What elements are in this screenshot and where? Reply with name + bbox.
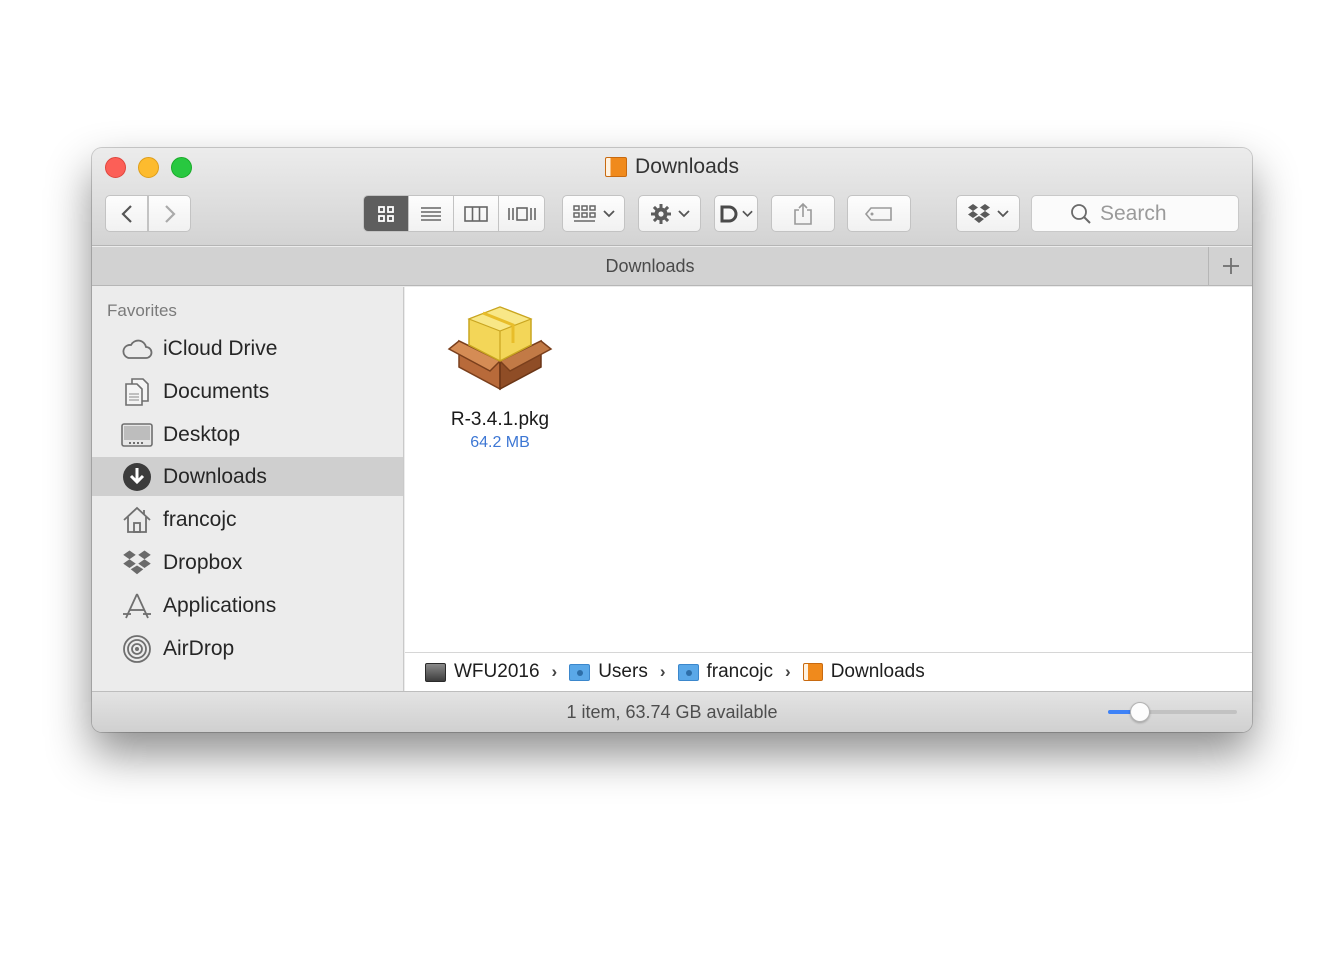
sidebar-item-downloads[interactable]: Downloads bbox=[92, 457, 403, 496]
new-tab-button[interactable] bbox=[1208, 247, 1252, 285]
chevron-right-icon: › bbox=[551, 662, 558, 681]
crumb-label: francojc bbox=[706, 661, 774, 682]
search-placeholder: Search bbox=[1100, 201, 1167, 225]
home-icon bbox=[121, 504, 153, 536]
desktop-icon bbox=[121, 419, 153, 451]
gear-icon bbox=[650, 203, 671, 224]
favorites-header: Favorites bbox=[107, 301, 177, 320]
chevron-left-icon bbox=[120, 204, 132, 223]
package-icon bbox=[447, 306, 553, 391]
home-folder-icon bbox=[677, 663, 699, 681]
status-bar: 1 item, 63.74 GB available bbox=[92, 691, 1252, 732]
tab-downloads[interactable]: Downloads bbox=[92, 256, 1208, 277]
downloads-folder-icon bbox=[802, 663, 823, 681]
chevron-right-icon: › bbox=[659, 662, 666, 681]
chevron-down-icon bbox=[997, 209, 1009, 217]
sidebar-item-label: Downloads bbox=[163, 464, 267, 488]
chevron-right-icon: › bbox=[785, 662, 791, 681]
users-folder-icon bbox=[569, 663, 591, 681]
grid-icon bbox=[378, 205, 394, 222]
sidebar-item-francojc[interactable]: francojc bbox=[92, 500, 403, 539]
chevron-down-icon bbox=[602, 209, 615, 217]
titlebar: Downloads Search bbox=[92, 148, 1252, 246]
hard-drive-icon bbox=[425, 662, 446, 682]
slider-knob[interactable] bbox=[1130, 702, 1150, 722]
arrange-button[interactable] bbox=[562, 195, 625, 232]
path-bar: WFU2016 › Users › francojc › Downloads bbox=[405, 652, 1252, 691]
chevron-right-icon bbox=[164, 204, 176, 223]
sidebar-item-label: Documents bbox=[163, 379, 270, 403]
sidebar-item-label: Dropbox bbox=[163, 550, 243, 574]
downloads-icon bbox=[121, 461, 153, 493]
applications-icon bbox=[121, 590, 153, 622]
sidebar-item-dropbox[interactable]: Dropbox bbox=[92, 543, 403, 582]
crumb-label: WFU2016 bbox=[454, 661, 540, 682]
chevron-down-icon bbox=[741, 210, 753, 217]
arrange-icon bbox=[572, 204, 596, 222]
coverflow-icon bbox=[507, 206, 536, 221]
share-icon bbox=[794, 202, 812, 225]
file-area[interactable]: R-3.4.1.pkg 64.2 MB bbox=[405, 287, 1252, 652]
file-name: R-3.4.1.pkg bbox=[450, 409, 550, 430]
path-crumb-wfu2016[interactable]: WFU2016 bbox=[425, 661, 540, 683]
cloud-icon bbox=[121, 333, 153, 365]
plus-icon bbox=[1222, 258, 1239, 274]
dashlane-icon bbox=[720, 205, 737, 222]
finder-window: Downloads Search Downloads Favorites iCl… bbox=[92, 148, 1252, 732]
status-text: 1 item, 63.74 GB available bbox=[566, 702, 778, 722]
sidebar-item-label: AirDrop bbox=[163, 636, 235, 660]
window-title-text: Downloads bbox=[635, 155, 739, 178]
path-crumb-downloads[interactable]: Downloads bbox=[802, 661, 925, 683]
icon-view-button[interactable] bbox=[364, 196, 409, 231]
tags-button[interactable] bbox=[847, 195, 911, 232]
sidebar-item-label: Desktop bbox=[163, 422, 241, 446]
window-title: Downloads bbox=[92, 155, 1252, 179]
downloads-folder-icon bbox=[605, 157, 628, 177]
coverflow-view-button[interactable] bbox=[499, 196, 544, 231]
dropbox-icon bbox=[121, 547, 153, 579]
sidebar: Favorites iCloud Drive Documents Desktop… bbox=[92, 287, 404, 691]
path-crumb-users[interactable]: Users bbox=[569, 661, 648, 683]
airdrop-icon bbox=[121, 633, 153, 665]
file-size: 64.2 MB bbox=[470, 434, 530, 451]
sidebar-item-label: Applications bbox=[163, 593, 277, 617]
documents-icon bbox=[121, 376, 153, 408]
dropbox-icon bbox=[968, 203, 990, 223]
path-crumb-francojc[interactable]: francojc bbox=[677, 661, 774, 683]
dashlane-button[interactable] bbox=[714, 195, 758, 232]
sidebar-item-label: iCloud Drive bbox=[163, 336, 278, 360]
forward-button[interactable] bbox=[148, 195, 191, 232]
crumb-label: Users bbox=[598, 661, 648, 682]
view-mode-control bbox=[363, 195, 545, 232]
search-field[interactable]: Search bbox=[1031, 195, 1239, 232]
tab-bar: Downloads bbox=[92, 247, 1252, 286]
share-button[interactable] bbox=[771, 195, 835, 232]
chevron-down-icon bbox=[677, 209, 690, 217]
search-icon bbox=[1071, 203, 1091, 224]
icon-size-slider[interactable] bbox=[1108, 702, 1237, 722]
back-button[interactable] bbox=[105, 195, 148, 232]
columns-icon bbox=[464, 205, 488, 222]
sidebar-item-desktop[interactable]: Desktop bbox=[92, 415, 403, 454]
action-button[interactable] bbox=[638, 195, 701, 232]
list-icon bbox=[421, 206, 441, 221]
tag-icon bbox=[864, 206, 892, 221]
column-view-button[interactable] bbox=[454, 196, 499, 231]
sidebar-item-label: francojc bbox=[163, 507, 237, 531]
sidebar-item-applications[interactable]: Applications bbox=[92, 586, 403, 625]
sidebar-item-icloud-drive[interactable]: iCloud Drive bbox=[92, 329, 403, 368]
list-view-button[interactable] bbox=[409, 196, 454, 231]
sidebar-item-documents[interactable]: Documents bbox=[92, 372, 403, 411]
sidebar-item-airdrop[interactable]: AirDrop bbox=[92, 629, 403, 668]
dropbox-toolbar-button[interactable] bbox=[956, 195, 1020, 232]
crumb-label: Downloads bbox=[830, 661, 925, 682]
file-item[interactable]: R-3.4.1.pkg 64.2 MB bbox=[425, 301, 575, 452]
